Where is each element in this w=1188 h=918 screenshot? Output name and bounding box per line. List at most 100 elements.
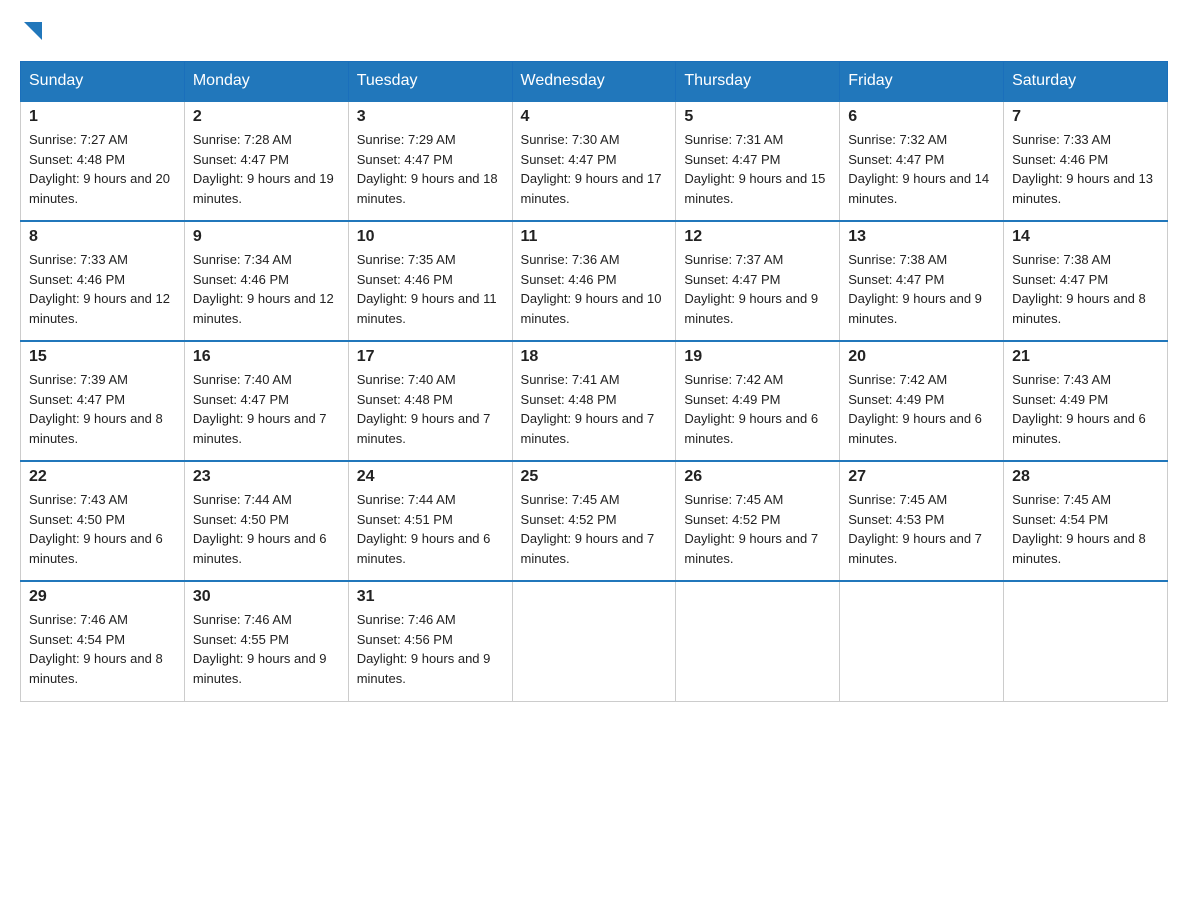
day-info: Sunrise: 7:38 AM Sunset: 4:47 PM Dayligh… [848, 250, 995, 328]
calendar-cell: 8 Sunrise: 7:33 AM Sunset: 4:46 PM Dayli… [21, 221, 185, 341]
calendar-cell: 17 Sunrise: 7:40 AM Sunset: 4:48 PM Dayl… [348, 341, 512, 461]
col-header-sunday: Sunday [21, 62, 185, 102]
col-header-thursday: Thursday [676, 62, 840, 102]
calendar-cell: 21 Sunrise: 7:43 AM Sunset: 4:49 PM Dayl… [1004, 341, 1168, 461]
col-header-wednesday: Wednesday [512, 62, 676, 102]
day-info: Sunrise: 7:33 AM Sunset: 4:46 PM Dayligh… [29, 250, 176, 328]
day-number: 29 [29, 588, 176, 606]
day-number: 8 [29, 228, 176, 246]
calendar-cell: 6 Sunrise: 7:32 AM Sunset: 4:47 PM Dayli… [840, 101, 1004, 221]
day-number: 12 [684, 228, 831, 246]
day-number: 1 [29, 108, 176, 126]
calendar-cell: 28 Sunrise: 7:45 AM Sunset: 4:54 PM Dayl… [1004, 461, 1168, 581]
calendar-cell: 30 Sunrise: 7:46 AM Sunset: 4:55 PM Dayl… [184, 581, 348, 701]
calendar-cell: 29 Sunrise: 7:46 AM Sunset: 4:54 PM Dayl… [21, 581, 185, 701]
day-number: 24 [357, 468, 504, 486]
calendar-cell: 13 Sunrise: 7:38 AM Sunset: 4:47 PM Dayl… [840, 221, 1004, 341]
calendar-cell [676, 581, 840, 701]
day-number: 15 [29, 348, 176, 366]
day-number: 17 [357, 348, 504, 366]
logo-triangle-icon [24, 22, 42, 45]
week-row-4: 22 Sunrise: 7:43 AM Sunset: 4:50 PM Dayl… [21, 461, 1168, 581]
day-info: Sunrise: 7:42 AM Sunset: 4:49 PM Dayligh… [684, 370, 831, 448]
calendar-cell: 1 Sunrise: 7:27 AM Sunset: 4:48 PM Dayli… [21, 101, 185, 221]
day-info: Sunrise: 7:38 AM Sunset: 4:47 PM Dayligh… [1012, 250, 1159, 328]
day-info: Sunrise: 7:28 AM Sunset: 4:47 PM Dayligh… [193, 130, 340, 208]
day-info: Sunrise: 7:32 AM Sunset: 4:47 PM Dayligh… [848, 130, 995, 208]
day-number: 30 [193, 588, 340, 606]
day-info: Sunrise: 7:27 AM Sunset: 4:48 PM Dayligh… [29, 130, 176, 208]
calendar-cell: 7 Sunrise: 7:33 AM Sunset: 4:46 PM Dayli… [1004, 101, 1168, 221]
calendar-cell: 31 Sunrise: 7:46 AM Sunset: 4:56 PM Dayl… [348, 581, 512, 701]
calendar-cell: 11 Sunrise: 7:36 AM Sunset: 4:46 PM Dayl… [512, 221, 676, 341]
day-number: 3 [357, 108, 504, 126]
day-info: Sunrise: 7:31 AM Sunset: 4:47 PM Dayligh… [684, 130, 831, 208]
col-header-tuesday: Tuesday [348, 62, 512, 102]
day-info: Sunrise: 7:46 AM Sunset: 4:55 PM Dayligh… [193, 610, 340, 688]
logo [20, 20, 42, 45]
day-number: 10 [357, 228, 504, 246]
day-number: 20 [848, 348, 995, 366]
day-number: 11 [521, 228, 668, 246]
calendar-cell [840, 581, 1004, 701]
day-number: 5 [684, 108, 831, 126]
calendar-table: SundayMondayTuesdayWednesdayThursdayFrid… [20, 61, 1168, 702]
day-number: 22 [29, 468, 176, 486]
day-number: 2 [193, 108, 340, 126]
calendar-cell: 16 Sunrise: 7:40 AM Sunset: 4:47 PM Dayl… [184, 341, 348, 461]
day-number: 4 [521, 108, 668, 126]
calendar-cell: 25 Sunrise: 7:45 AM Sunset: 4:52 PM Dayl… [512, 461, 676, 581]
day-number: 26 [684, 468, 831, 486]
col-header-friday: Friday [840, 62, 1004, 102]
day-number: 27 [848, 468, 995, 486]
calendar-cell [512, 581, 676, 701]
week-row-1: 1 Sunrise: 7:27 AM Sunset: 4:48 PM Dayli… [21, 101, 1168, 221]
day-number: 19 [684, 348, 831, 366]
week-row-5: 29 Sunrise: 7:46 AM Sunset: 4:54 PM Dayl… [21, 581, 1168, 701]
calendar-cell: 5 Sunrise: 7:31 AM Sunset: 4:47 PM Dayli… [676, 101, 840, 221]
week-row-2: 8 Sunrise: 7:33 AM Sunset: 4:46 PM Dayli… [21, 221, 1168, 341]
day-info: Sunrise: 7:34 AM Sunset: 4:46 PM Dayligh… [193, 250, 340, 328]
day-number: 28 [1012, 468, 1159, 486]
header-row: SundayMondayTuesdayWednesdayThursdayFrid… [21, 62, 1168, 102]
col-header-saturday: Saturday [1004, 62, 1168, 102]
day-info: Sunrise: 7:46 AM Sunset: 4:54 PM Dayligh… [29, 610, 176, 688]
page-header [20, 20, 1168, 45]
day-number: 14 [1012, 228, 1159, 246]
day-info: Sunrise: 7:44 AM Sunset: 4:51 PM Dayligh… [357, 490, 504, 568]
day-info: Sunrise: 7:42 AM Sunset: 4:49 PM Dayligh… [848, 370, 995, 448]
calendar-cell: 3 Sunrise: 7:29 AM Sunset: 4:47 PM Dayli… [348, 101, 512, 221]
calendar-cell [1004, 581, 1168, 701]
day-info: Sunrise: 7:29 AM Sunset: 4:47 PM Dayligh… [357, 130, 504, 208]
day-info: Sunrise: 7:40 AM Sunset: 4:47 PM Dayligh… [193, 370, 340, 448]
calendar-cell: 14 Sunrise: 7:38 AM Sunset: 4:47 PM Dayl… [1004, 221, 1168, 341]
day-number: 21 [1012, 348, 1159, 366]
calendar-cell: 26 Sunrise: 7:45 AM Sunset: 4:52 PM Dayl… [676, 461, 840, 581]
day-number: 25 [521, 468, 668, 486]
calendar-cell: 12 Sunrise: 7:37 AM Sunset: 4:47 PM Dayl… [676, 221, 840, 341]
day-number: 9 [193, 228, 340, 246]
day-info: Sunrise: 7:30 AM Sunset: 4:47 PM Dayligh… [521, 130, 668, 208]
day-info: Sunrise: 7:40 AM Sunset: 4:48 PM Dayligh… [357, 370, 504, 448]
day-info: Sunrise: 7:36 AM Sunset: 4:46 PM Dayligh… [521, 250, 668, 328]
calendar-cell: 18 Sunrise: 7:41 AM Sunset: 4:48 PM Dayl… [512, 341, 676, 461]
calendar-cell: 23 Sunrise: 7:44 AM Sunset: 4:50 PM Dayl… [184, 461, 348, 581]
calendar-cell: 4 Sunrise: 7:30 AM Sunset: 4:47 PM Dayli… [512, 101, 676, 221]
day-info: Sunrise: 7:45 AM Sunset: 4:52 PM Dayligh… [684, 490, 831, 568]
day-info: Sunrise: 7:44 AM Sunset: 4:50 PM Dayligh… [193, 490, 340, 568]
day-info: Sunrise: 7:39 AM Sunset: 4:47 PM Dayligh… [29, 370, 176, 448]
day-number: 16 [193, 348, 340, 366]
day-info: Sunrise: 7:33 AM Sunset: 4:46 PM Dayligh… [1012, 130, 1159, 208]
day-info: Sunrise: 7:46 AM Sunset: 4:56 PM Dayligh… [357, 610, 504, 688]
day-number: 23 [193, 468, 340, 486]
calendar-cell: 22 Sunrise: 7:43 AM Sunset: 4:50 PM Dayl… [21, 461, 185, 581]
day-number: 7 [1012, 108, 1159, 126]
calendar-cell: 15 Sunrise: 7:39 AM Sunset: 4:47 PM Dayl… [21, 341, 185, 461]
col-header-monday: Monday [184, 62, 348, 102]
day-number: 18 [521, 348, 668, 366]
calendar-cell: 24 Sunrise: 7:44 AM Sunset: 4:51 PM Dayl… [348, 461, 512, 581]
day-info: Sunrise: 7:43 AM Sunset: 4:50 PM Dayligh… [29, 490, 176, 568]
day-info: Sunrise: 7:45 AM Sunset: 4:53 PM Dayligh… [848, 490, 995, 568]
day-number: 6 [848, 108, 995, 126]
calendar-cell: 2 Sunrise: 7:28 AM Sunset: 4:47 PM Dayli… [184, 101, 348, 221]
